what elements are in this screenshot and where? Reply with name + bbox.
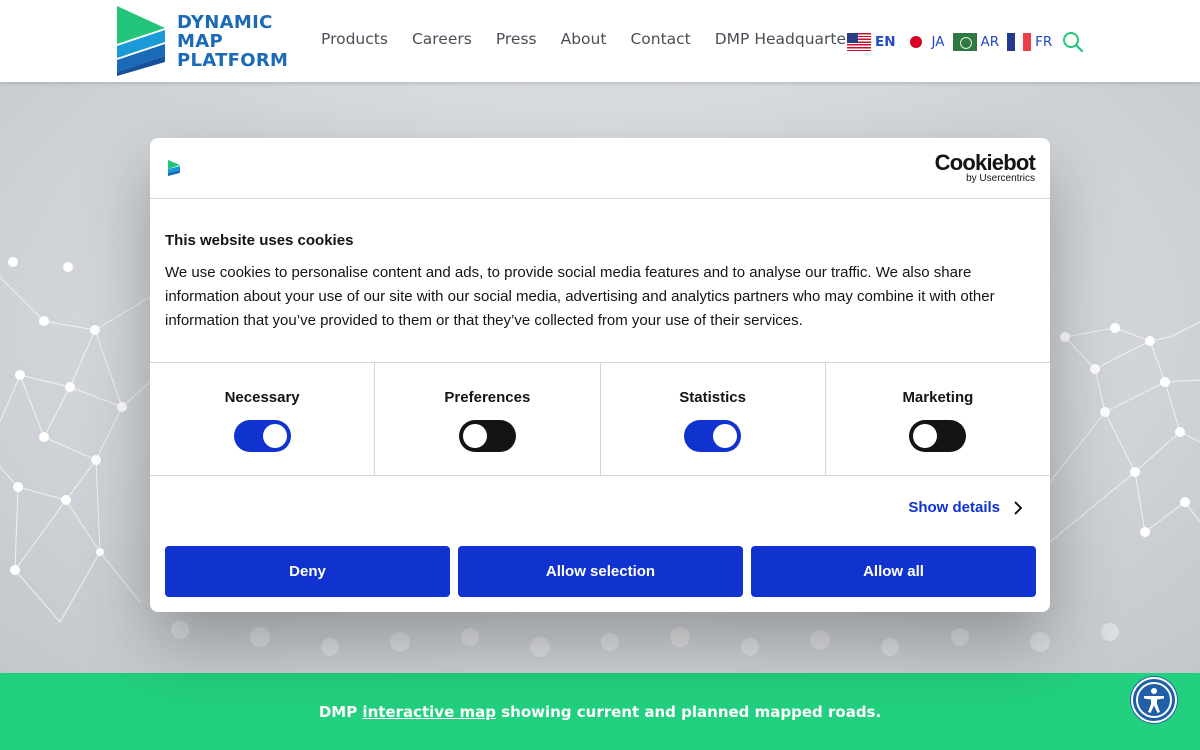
- lang-code: FR: [1035, 34, 1053, 50]
- statistics-toggle[interactable]: [684, 420, 742, 452]
- accessibility-button[interactable]: [1131, 677, 1177, 723]
- dialog-buttons: Deny Allow selection Allow all: [165, 546, 1036, 597]
- necessary-toggle[interactable]: [233, 420, 291, 452]
- category-preferences: Preferences: [375, 363, 601, 475]
- banner-text: DMP interactive map showing current and …: [319, 703, 881, 721]
- lang-code: JA: [931, 34, 945, 50]
- allow-all-button[interactable]: Allow all: [751, 546, 1036, 597]
- cookie-consent-dialog: Cookiebot by Usercentrics This website u…: [150, 138, 1050, 612]
- show-details-label: Show details: [908, 499, 1000, 516]
- dialog-text: We use cookies to personalise content an…: [165, 264, 995, 329]
- category-label: Preferences: [444, 389, 531, 406]
- toggle-knob: [913, 424, 938, 448]
- us-flag-icon: [847, 33, 871, 51]
- lang-ar[interactable]: AR: [952, 33, 1000, 51]
- cookiebot-name: Cookiebot: [934, 150, 1036, 175]
- nav-careers[interactable]: Careers: [412, 30, 472, 48]
- saudi-flag-icon: [952, 33, 977, 51]
- lang-code: EN: [875, 34, 896, 50]
- cookiebot-logo[interactable]: Cookiebot by Usercentrics: [934, 150, 1036, 185]
- dialog-title: This website uses cookies: [165, 232, 354, 249]
- logo-text: DYNAMIC MAP PLATFORM: [177, 13, 288, 70]
- category-label: Marketing: [902, 389, 974, 406]
- japan-flag-icon: [903, 33, 928, 51]
- category-label: Statistics: [679, 389, 746, 406]
- category-necessary: Necessary: [150, 363, 376, 475]
- banner-suffix: showing current and planned mapped roads…: [501, 702, 882, 721]
- logo-line: PLATFORM: [177, 49, 289, 71]
- allow-selection-button[interactable]: Allow selection: [458, 546, 743, 597]
- category-marketing: Marketing: [826, 363, 1050, 475]
- toggle-knob: [713, 424, 738, 448]
- nav-press[interactable]: Press: [496, 30, 537, 48]
- preferences-toggle[interactable]: [458, 420, 516, 452]
- dmp-logo-icon: [117, 6, 165, 76]
- deny-button[interactable]: Deny: [165, 546, 450, 597]
- category-statistics: Statistics: [601, 363, 826, 475]
- category-label: Necessary: [224, 389, 300, 406]
- nav-dmp-headquarters[interactable]: DMP Headquarters: [715, 30, 861, 48]
- language-switcher: EN JA AR FR: [847, 31, 1084, 53]
- dmp-logo[interactable]: DYNAMIC MAP PLATFORM: [117, 5, 292, 77]
- main-nav: Products Careers Press About Contact DMP…: [321, 30, 884, 48]
- lang-fr[interactable]: FR: [1007, 33, 1052, 51]
- search-icon[interactable]: [1062, 31, 1084, 53]
- show-details-link[interactable]: Show details: [908, 499, 1022, 516]
- lang-en[interactable]: EN: [847, 33, 896, 51]
- logo-line: MAP: [177, 30, 223, 52]
- map-banner: DMP interactive map showing current and …: [0, 673, 1200, 750]
- nav-contact[interactable]: Contact: [630, 30, 690, 48]
- nav-products[interactable]: Products: [321, 30, 388, 48]
- nav-about[interactable]: About: [561, 30, 607, 48]
- interactive-map-link[interactable]: interactive map: [362, 703, 496, 721]
- lang-ja[interactable]: JA: [903, 33, 945, 51]
- logo-line: DYNAMIC: [177, 11, 273, 33]
- cookie-categories: Necessary Preferences Statistics Marketi…: [150, 363, 1050, 476]
- site-header: DYNAMIC MAP PLATFORM Products Careers Pr…: [0, 0, 1200, 82]
- accessibility-icon: [1136, 682, 1172, 718]
- france-flag-icon: [1007, 33, 1032, 51]
- dialog-header: Cookiebot by Usercentrics: [150, 138, 1050, 199]
- toggle-knob: [262, 424, 287, 448]
- toggle-knob: [462, 424, 487, 448]
- chevron-right-icon: [1014, 500, 1022, 515]
- lang-code: AR: [980, 34, 1000, 50]
- marketing-toggle[interactable]: [909, 420, 967, 452]
- dialog-body: This website uses cookies We use cookies…: [150, 199, 1050, 363]
- site-logo-icon: [168, 160, 180, 176]
- details-row: Show details: [150, 476, 1050, 544]
- banner-prefix: DMP: [318, 702, 358, 721]
